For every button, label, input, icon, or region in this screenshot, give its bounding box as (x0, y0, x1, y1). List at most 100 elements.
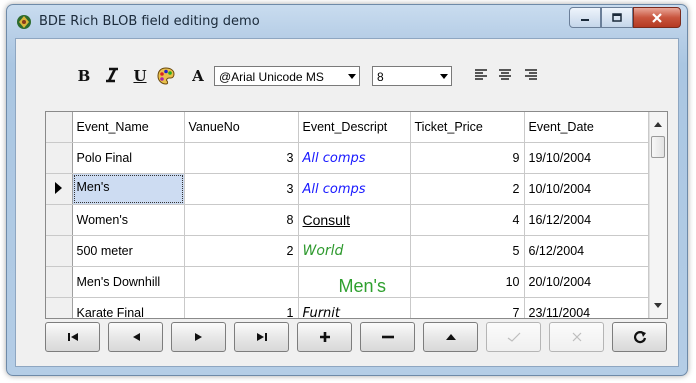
edit-record-button[interactable] (423, 322, 478, 352)
cell-venue-no[interactable]: 2 (184, 235, 299, 267)
cell-event-date[interactable]: 20/10/2004 (524, 266, 649, 298)
grid-table: Event_Name VanueNo Event_Descript Ticket… (46, 112, 649, 318)
scroll-down-icon[interactable] (654, 303, 662, 308)
cell-event-date[interactable]: 23/11/2004 (524, 297, 649, 318)
cell-venue-no[interactable] (184, 266, 299, 298)
indicator-header (46, 112, 73, 143)
cell-event-descript[interactable]: World (298, 235, 411, 267)
window-title: BDE Rich BLOB field editing demo (39, 14, 260, 29)
table-row[interactable]: Men's 3 All comps 2 10/10/2004 (46, 173, 649, 205)
font-name-value: @Arial Unicode MS (219, 70, 324, 84)
app-window: BDE Rich BLOB field editing demo B U A @… (6, 4, 688, 376)
cell-event-date[interactable]: 16/12/2004 (524, 204, 649, 236)
minus-icon (381, 335, 394, 339)
cell-event-name[interactable]: Men's (72, 173, 185, 205)
row-indicator[interactable] (46, 235, 73, 267)
color-button[interactable] (156, 66, 176, 86)
cell-event-descript[interactable]: Consult (298, 204, 411, 236)
post-edit-button[interactable] (486, 322, 541, 352)
refresh-button[interactable] (612, 322, 667, 352)
cell-ticket-price[interactable]: 10 (410, 266, 525, 298)
scroll-up-icon[interactable] (654, 122, 662, 127)
table-row[interactable]: Polo Final 3 All comps 9 19/10/2004 (46, 142, 649, 174)
minimize-button[interactable] (569, 7, 601, 28)
cell-ticket-price[interactable]: 7 (410, 297, 525, 318)
cell-event-descript[interactable]: All comps (298, 142, 411, 174)
font-size-value: 8 (377, 70, 384, 84)
row-indicator[interactable] (46, 297, 73, 318)
column-header-event-date[interactable]: Event_Date (524, 112, 649, 143)
cell-event-name[interactable]: 500 meter (72, 235, 185, 267)
prior-record-icon (132, 333, 140, 341)
align-right-icon[interactable] (524, 68, 538, 82)
triangle-up-icon (445, 334, 456, 340)
column-header-event-name[interactable]: Event_Name (72, 112, 185, 143)
cell-event-descript[interactable]: All comps (298, 173, 411, 205)
table-row[interactable]: 500 meter 2 World 5 6/12/2004 (46, 235, 649, 267)
table-row[interactable]: Karate Final 1 Furnit 7 23/11/2004 (46, 297, 649, 318)
row-indicator[interactable] (46, 204, 73, 236)
cell-ticket-price[interactable]: 4 (410, 204, 525, 236)
selected-cell-text[interactable]: Men's (72, 174, 183, 204)
cell-event-name[interactable]: Men's Downhill (72, 266, 185, 298)
underline-button[interactable]: U (130, 66, 150, 86)
cancel-edit-button[interactable] (549, 322, 604, 352)
column-header-venue-no[interactable]: VanueNo (184, 112, 299, 143)
close-button[interactable] (633, 7, 681, 28)
checkmark-icon (507, 332, 520, 342)
next-record-icon (194, 333, 202, 341)
cell-venue-no[interactable]: 3 (184, 173, 299, 205)
column-header-event-descript[interactable]: Event_Descript (298, 112, 411, 143)
data-grid[interactable]: Event_Name VanueNo Event_Descript Ticket… (45, 111, 668, 319)
delete-record-button[interactable] (360, 322, 415, 352)
column-header-ticket-price[interactable]: Ticket_Price (410, 112, 525, 143)
vertical-scrollbar[interactable] (649, 112, 667, 318)
minimize-icon (581, 18, 589, 21)
cell-event-name[interactable]: Karate Final (72, 297, 185, 318)
cell-ticket-price[interactable]: 2 (410, 173, 525, 205)
maximize-button[interactable] (601, 7, 633, 28)
last-record-icon (256, 333, 267, 341)
first-record-icon (67, 333, 78, 341)
bold-button[interactable]: B (74, 66, 94, 86)
italic-button[interactable] (102, 66, 122, 86)
window-controls (569, 7, 681, 28)
cell-event-date[interactable]: 6/12/2004 (524, 235, 649, 267)
refresh-icon (633, 331, 646, 344)
table-row[interactable]: Men's Downhill Men's 10 20/10/2004 (46, 266, 649, 298)
row-indicator[interactable] (46, 266, 73, 298)
close-icon (652, 12, 662, 23)
prior-record-button[interactable] (108, 322, 163, 352)
palette-icon (157, 67, 175, 85)
row-indicator[interactable] (46, 142, 73, 174)
font-size-select[interactable]: 8 (372, 66, 452, 86)
cell-event-name[interactable]: Polo Final (72, 142, 185, 174)
last-record-button[interactable] (234, 322, 289, 352)
first-record-button[interactable] (45, 322, 100, 352)
insert-record-button[interactable] (297, 322, 352, 352)
maximize-icon (612, 13, 622, 22)
cell-venue-no[interactable]: 8 (184, 204, 299, 236)
grid-header-row: Event_Name VanueNo Event_Descript Ticket… (46, 112, 649, 143)
cell-ticket-price[interactable]: 5 (410, 235, 525, 267)
next-record-button[interactable] (171, 322, 226, 352)
cell-event-date[interactable]: 10/10/2004 (524, 173, 649, 205)
client-area: B U A @Arial Unicode MS 8 Event_Name Van… (15, 38, 679, 367)
align-left-icon[interactable] (474, 68, 488, 82)
table-row[interactable]: Women's 8 Consult 4 16/12/2004 (46, 204, 649, 236)
app-icon (17, 15, 31, 29)
cancel-x-icon (572, 332, 581, 342)
cell-ticket-price[interactable]: 9 (410, 142, 525, 174)
row-indicator[interactable] (46, 173, 73, 205)
font-dialog-button[interactable]: A (188, 66, 208, 86)
cell-venue-no[interactable]: 3 (184, 142, 299, 174)
db-navigator (45, 322, 667, 356)
font-name-select[interactable]: @Arial Unicode MS (214, 66, 360, 86)
cell-venue-no[interactable]: 1 (184, 297, 299, 318)
cell-event-name[interactable]: Women's (72, 204, 185, 236)
align-center-icon[interactable] (498, 68, 512, 82)
cell-event-descript[interactable]: Men's (298, 266, 411, 298)
scroll-thumb[interactable] (651, 136, 665, 158)
cell-event-descript[interactable]: Furnit (298, 297, 411, 318)
cell-event-date[interactable]: 19/10/2004 (524, 142, 649, 174)
